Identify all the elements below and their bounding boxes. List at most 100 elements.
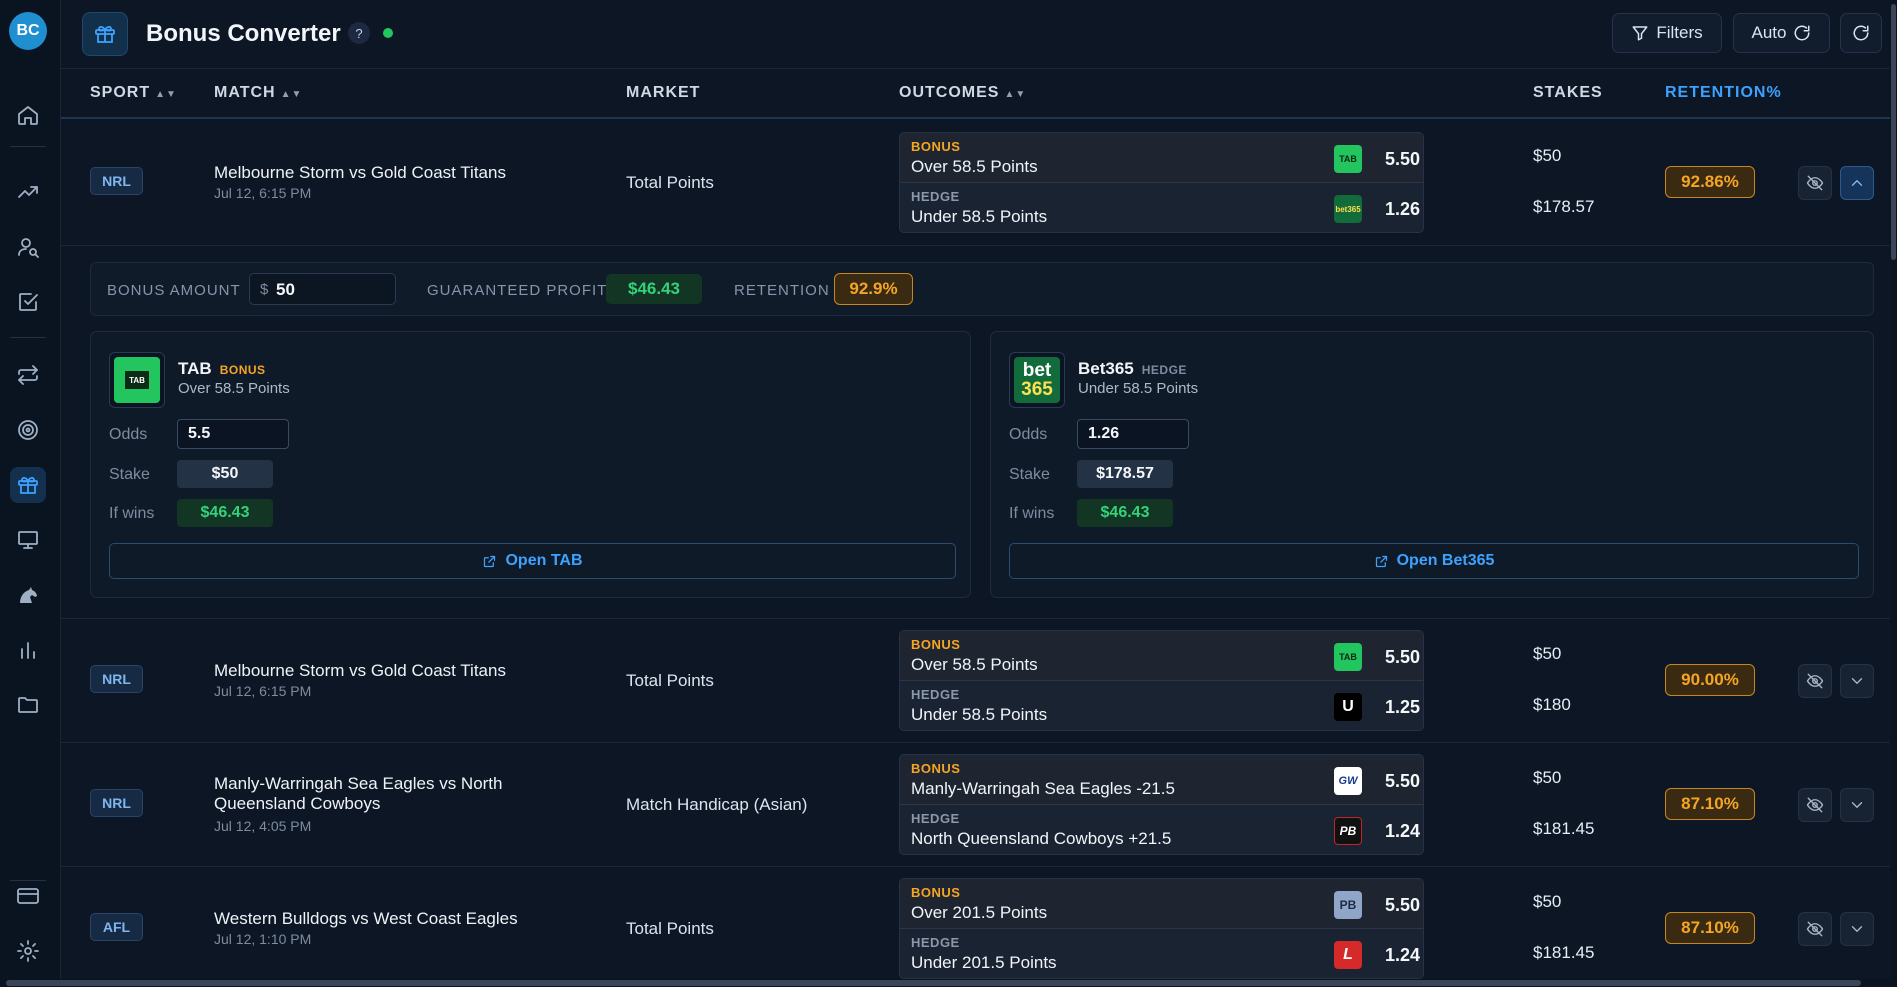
scrollbar-thumb[interactable] <box>6 980 1861 986</box>
arrows-swap-icon[interactable] <box>10 357 46 393</box>
card-icon[interactable] <box>10 878 46 914</box>
market-name: Total Points <box>626 173 714 192</box>
column-outcomes[interactable]: OUTCOMES ▲▼ <box>899 84 1026 102</box>
expand-button[interactable] <box>1840 912 1874 946</box>
filters-button[interactable]: Filters <box>1612 13 1722 53</box>
chevron-down-icon <box>1851 802 1863 808</box>
hedge-stake: $181.45 <box>1533 943 1595 962</box>
monitor-icon[interactable] <box>10 522 46 558</box>
column-retention[interactable]: RETENTION% <box>1665 84 1782 102</box>
table-row[interactable]: NRL Melbourne Storm vs Gold Coast Titans… <box>61 619 1897 743</box>
open-bet365-button[interactable]: Open Bet365 <box>1009 543 1859 579</box>
retention-badge: 87.10% <box>1665 788 1755 820</box>
hide-button[interactable] <box>1798 166 1832 200</box>
bonus-amount-field[interactable]: $ <box>249 273 396 305</box>
open-tab-button[interactable]: Open TAB <box>109 543 956 579</box>
market-name: Total Points <box>626 919 714 938</box>
gear-icon[interactable] <box>10 933 46 969</box>
hide-button[interactable] <box>1798 912 1832 946</box>
chevron-down-icon <box>1851 678 1863 684</box>
trending-icon[interactable] <box>10 174 46 210</box>
hedge-outcome: HEDGE Under 58.5 Points U 1.25 <box>900 681 1423 730</box>
table-row[interactable]: AFL Western Bulldogs vs West Coast Eagle… <box>61 867 1897 979</box>
page-title: Bonus Converter <box>146 20 341 47</box>
hedge-bookmaker-card: bet 365 Bet365 HEDGE Under 58.5 Points Od… <box>990 331 1874 598</box>
tab-logo-icon: TAB <box>1334 643 1362 671</box>
stake-value: $50 <box>177 460 273 488</box>
column-market: MARKET <box>626 84 701 101</box>
match-name: Western Bulldogs vs West Coast Eagles <box>214 909 518 928</box>
sport-badge: NRL <box>90 167 143 195</box>
if-wins-label: If wins <box>1009 505 1055 522</box>
hedge-outcome: HEDGE North Queensland Cowboys +21.5 PB … <box>900 805 1423 854</box>
external-link-icon <box>484 555 496 567</box>
expand-button[interactable] <box>1840 664 1874 698</box>
folder-icon[interactable] <box>10 687 46 723</box>
scrollbar-thumb[interactable] <box>1891 4 1896 260</box>
refresh-icon <box>1795 25 1810 41</box>
match-name: Melbourne Storm vs Gold Coast Titans <box>214 163 506 182</box>
hedge-stake: $178.57 <box>1533 197 1595 216</box>
pb-logo-icon: PB <box>1334 891 1362 919</box>
table-row[interactable]: NRL Manly-Warringah Sea Eagles vs North … <box>61 743 1897 867</box>
odds-input[interactable] <box>1078 420 1188 448</box>
horizontal-scrollbar[interactable] <box>0 979 1897 987</box>
chevron-up-icon <box>1851 180 1863 186</box>
odds-input[interactable] <box>178 420 288 448</box>
brand-logo[interactable]: BC <box>9 12 47 50</box>
sidebar-divider <box>10 337 46 338</box>
if-wins-value: $46.43 <box>1077 499 1173 527</box>
odds-label: Odds <box>109 426 148 443</box>
filter-icon <box>1632 26 1648 41</box>
column-match[interactable]: MATCH ▲▼ <box>214 84 302 102</box>
chevron-down-icon <box>1851 926 1863 932</box>
user-search-icon[interactable] <box>10 229 46 265</box>
outcomes-box: BONUS Over 58.5 Points TAB 5.50 HEDGE Un… <box>899 132 1424 233</box>
odds-label: Odds <box>1009 426 1048 443</box>
hedge-odds: 1.25 <box>1385 697 1421 717</box>
pb-logo-icon: PB <box>1334 817 1362 845</box>
eye-off-icon <box>1806 175 1824 191</box>
eye-off-icon <box>1806 921 1824 937</box>
home-icon[interactable] <box>10 97 46 133</box>
hide-button[interactable] <box>1798 788 1832 822</box>
page-header: Bonus Converter ? Filters Auto <box>61 0 1897 69</box>
hedge-stake: $181.45 <box>1533 819 1595 838</box>
gift-icon[interactable] <box>10 467 46 503</box>
auto-refresh-button[interactable]: Auto <box>1733 13 1830 53</box>
refresh-button[interactable] <box>1840 13 1882 53</box>
gw-logo-icon: GW <box>1334 767 1362 795</box>
column-sport[interactable]: SPORT ▲▼ <box>90 84 177 102</box>
filters-label: Filters <box>1656 23 1703 42</box>
sidebar-divider <box>10 146 46 147</box>
checklist-icon[interactable] <box>10 284 46 320</box>
guaranteed-profit-label: GUARANTEED PROFIT <box>427 282 608 299</box>
bonus-selection: Over 58.5 Points <box>911 655 1038 674</box>
column-stakes: STAKES <box>1533 84 1603 101</box>
odds-field[interactable] <box>1077 419 1189 449</box>
bar-chart-icon[interactable] <box>10 632 46 668</box>
hedge-selection: Under 201.5 Points <box>911 953 1057 972</box>
hide-button[interactable] <box>1798 664 1832 698</box>
vertical-scrollbar[interactable] <box>1890 0 1897 979</box>
bonus-outcome: BONUS Over 58.5 Points TAB 5.50 <box>900 631 1423 681</box>
bonus-stake: $50 <box>1533 644 1562 663</box>
hedge-selection: Under 58.5 Points <box>911 207 1048 226</box>
market-name: Total Points <box>626 671 714 690</box>
bonus-selection: Over 58.5 Points <box>911 157 1038 176</box>
table-row[interactable]: NRL Melbourne Storm vs Gold Coast Titans… <box>61 121 1897 246</box>
collapse-button[interactable] <box>1840 166 1874 200</box>
bonus-stake: $50 <box>1533 146 1562 165</box>
selection-text: Over 58.5 Points <box>178 380 290 397</box>
bonus-amount-input[interactable] <box>276 278 386 302</box>
horse-icon[interactable] <box>10 577 46 613</box>
selection-text: Under 58.5 Points <box>1078 380 1199 397</box>
table-header: SPORT ▲▼ MATCH ▲▼ MARKET OUTCOMES ▲▼ STAKES… <box>61 69 1897 119</box>
sport-badge: NRL <box>90 665 143 693</box>
hedge-stake: $180 <box>1533 695 1571 714</box>
odds-field[interactable] <box>177 419 289 449</box>
help-icon[interactable]: ? <box>348 22 370 44</box>
target-icon[interactable] <box>10 412 46 448</box>
retention-badge: 92.86% <box>1665 166 1755 198</box>
expand-button[interactable] <box>1840 788 1874 822</box>
